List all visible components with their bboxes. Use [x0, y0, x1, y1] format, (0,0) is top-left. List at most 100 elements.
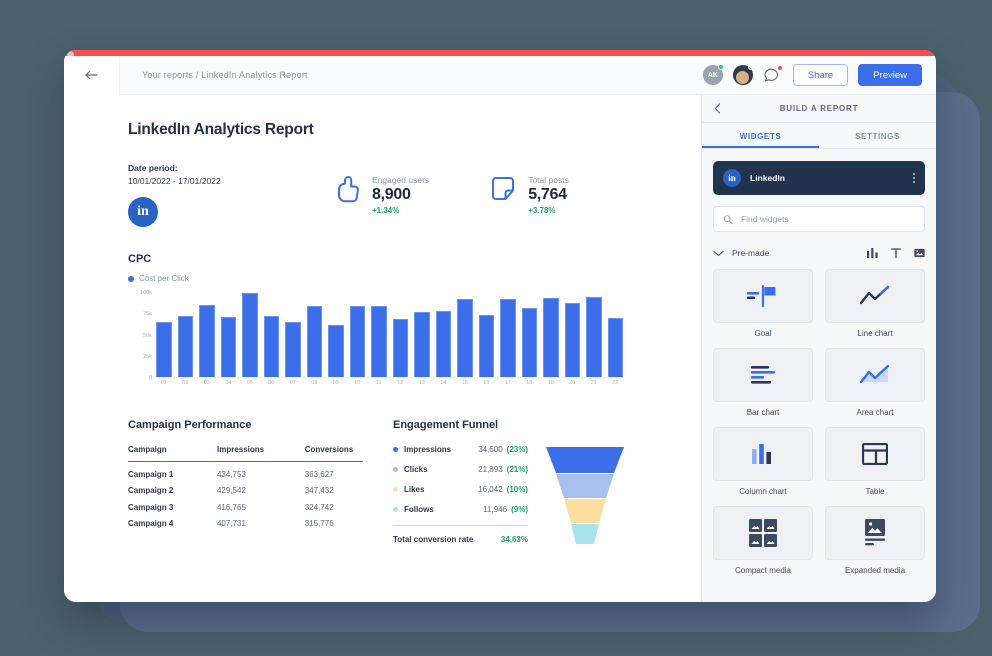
chart-bar [608, 318, 624, 377]
chart-bar [457, 299, 473, 377]
chart-bar [178, 316, 194, 377]
table-cell: Campaign 4 [128, 512, 179, 529]
avatar-photo [736, 71, 749, 84]
app-window: Your reports / LinkedIn Analytics Report… [64, 50, 936, 602]
column-chart-icon [751, 443, 775, 465]
chart-x-tick: 16 [479, 380, 495, 386]
widget-table[interactable]: Table [825, 427, 925, 496]
funnel-total-value: 34,63% [501, 535, 528, 544]
kpi-row: Date period: 10/01/2022 - 17/01/2022 in [128, 163, 701, 227]
widget-label: Compact media [713, 566, 813, 575]
table-cell: Campaign 1 [128, 462, 179, 479]
chart-x-tick: 07 [285, 380, 301, 386]
chart-bar [264, 316, 280, 377]
chart-x-tick: 02 [178, 380, 194, 386]
legend-label: Cost per Click [139, 274, 189, 283]
avatar[interactable]: AK [703, 65, 723, 85]
expanded-media-icon [863, 519, 887, 547]
funnel-row: Likes16,042(10%) [393, 485, 528, 494]
funnel-color-dot [393, 447, 398, 452]
chart-bar [522, 308, 538, 377]
chart-bar [565, 303, 581, 377]
screenshot-stage: Your reports / LinkedIn Analytics Report… [0, 0, 992, 656]
widget-preview [713, 506, 813, 560]
chart-bar [242, 293, 258, 377]
chart-plot-area: 100k75k50k25k0 0102030405060708091011121… [128, 293, 623, 393]
thumbs-up-icon [333, 175, 361, 205]
widget-compact-media[interactable]: Compact media [713, 506, 813, 575]
widget-label: Column chart [713, 487, 813, 496]
chart-x-tick: 21 [586, 380, 602, 386]
widget-line-chart[interactable]: Line chart [825, 269, 925, 338]
funnel-percent: (23%) [507, 445, 528, 454]
funnel-value: 11,946 [483, 505, 507, 514]
search-icon [723, 214, 733, 225]
online-status-dot [748, 65, 753, 70]
chart-x-tick: 22 [608, 380, 624, 386]
funnel-percent: (10%) [507, 485, 528, 494]
funnel-row: Impressions34,600(23%) [393, 445, 528, 454]
funnel-legend-rows: Impressions34,600(23%)Clicks21,893(21%)L… [393, 445, 528, 547]
chart-bar [479, 315, 495, 377]
chevron-down-icon[interactable] [713, 250, 724, 257]
chart-bars [156, 293, 623, 378]
funnel-percent: (9%) [511, 505, 528, 514]
window-body: LinkedIn Analytics Report Date period: 1… [64, 95, 936, 602]
search-input[interactable] [741, 214, 915, 224]
find-widgets-search[interactable] [713, 206, 925, 232]
kpi-label: Total posts [528, 175, 569, 185]
chart-x-tick: 10 [350, 380, 366, 386]
section-tools [867, 248, 925, 258]
table-body: Campaign 1434,753363,627Campaign 2429,54… [128, 462, 363, 529]
tab-widgets[interactable]: WIDGETS [702, 123, 819, 148]
image-icon[interactable] [914, 248, 925, 258]
tab-settings[interactable]: SETTINGS [819, 123, 936, 148]
breadcrumb[interactable]: Your reports / LinkedIn Analytics Report [120, 70, 308, 80]
chart-x-tick: 20 [565, 380, 581, 386]
chart-y-tick: 75k [143, 311, 152, 317]
back-button[interactable] [64, 56, 120, 95]
funnel-segment-1 [546, 447, 624, 473]
widget-area-chart[interactable]: Area chart [825, 348, 925, 417]
widget-preview [825, 269, 925, 323]
engagement-funnel-widget: Engagement Funnel Impressions34,600(23%)… [393, 419, 643, 547]
chart-x-tick: 12 [393, 380, 409, 386]
funnel-row: Follows11,946(9%) [393, 505, 528, 514]
widget-expanded-media[interactable]: Expanded media [825, 506, 925, 575]
funnel-label: Impressions [404, 445, 451, 454]
date-period-value: 10/01/2022 - 17/01/2022 [128, 176, 303, 186]
chart-x-tick: 13 [414, 380, 430, 386]
chart-bar [371, 306, 387, 377]
toolbar-actions: AK Share Preview [703, 56, 936, 94]
table-cell: Campaign 2 [128, 479, 179, 496]
table-cell: 429,542 [179, 479, 275, 496]
widget-column-chart[interactable]: Column chart [713, 427, 813, 496]
chat-button[interactable] [763, 65, 783, 85]
table-icon [862, 443, 888, 465]
widget-goal[interactable]: Goal [713, 269, 813, 338]
chart-x-tick: 11 [371, 380, 387, 386]
date-period-block: Date period: 10/01/2022 - 17/01/2022 in [128, 163, 303, 227]
share-button[interactable]: Share [793, 64, 848, 86]
chart-bar [285, 322, 301, 377]
panel-header: BUILD A REPORT [702, 95, 936, 123]
chart-y-tick: 0 [149, 375, 152, 381]
widget-bar-chart[interactable]: Bar chart [713, 348, 813, 417]
chart-legend: Cost per Click [128, 274, 701, 283]
text-icon[interactable] [891, 248, 901, 258]
kpi-engaged-users: Engaged users 8,900 +1.34% [333, 175, 429, 215]
preview-button[interactable]: Preview [858, 64, 922, 86]
widget-label: Expanded media [825, 566, 925, 575]
kpi-delta: +3.78% [528, 206, 569, 215]
data-source-card-linkedin[interactable]: in LinkedIn [713, 161, 925, 195]
kebab-menu-icon[interactable] [913, 173, 915, 183]
table-row: Campaign 2429,542347,432 [128, 479, 363, 496]
report-canvas: LinkedIn Analytics Report Date period: 1… [64, 95, 701, 602]
chart-y-axis: 100k75k50k25k0 [128, 293, 152, 378]
campaign-performance-table: Campaign Impressions Conversions Campaig… [128, 445, 363, 528]
funnel-value: 21,893 [478, 465, 502, 474]
avatar[interactable] [733, 65, 753, 85]
premade-section-label: Pre-made [732, 248, 769, 258]
chart-icon[interactable] [867, 248, 878, 258]
widget-label: Goal [713, 329, 813, 338]
